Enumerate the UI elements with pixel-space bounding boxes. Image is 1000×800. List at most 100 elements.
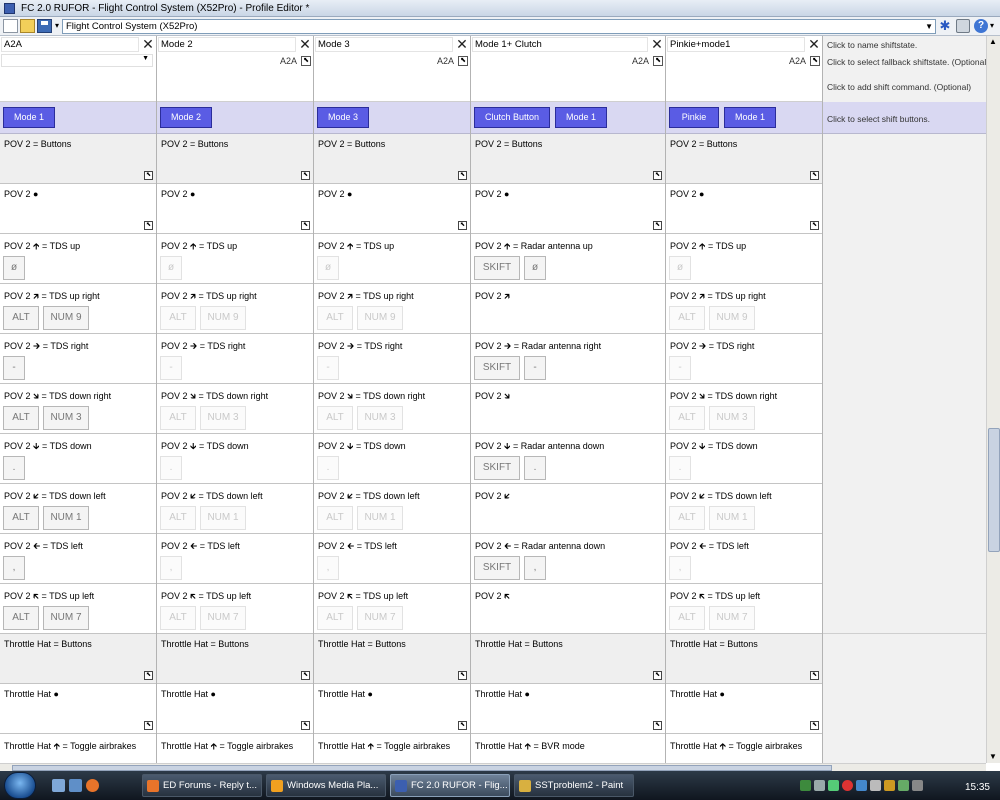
key-chip[interactable]: ALT xyxy=(3,306,39,330)
key-chip[interactable]: . xyxy=(669,456,691,480)
key-chip[interactable]: ALT xyxy=(669,406,705,430)
binding-cell[interactable]: Throttle Hat 🡱 = Toggle airbrakes xyxy=(157,734,313,763)
binding-cell[interactable]: Throttle Hat ● ⬉ xyxy=(471,684,665,734)
shift-button[interactable]: Mode 1 xyxy=(3,107,55,128)
horizontal-scrollbar[interactable] xyxy=(0,763,986,771)
key-chip[interactable]: NUM 7 xyxy=(357,606,403,630)
key-chip[interactable]: NUM 3 xyxy=(200,406,246,430)
key-chip[interactable]: . xyxy=(3,456,25,480)
fallback-shiftstate[interactable]: A2A xyxy=(632,55,649,68)
close-icon[interactable]: ✕ xyxy=(298,36,312,52)
key-chip[interactable]: NUM 1 xyxy=(357,506,403,530)
expand-icon[interactable]: ⬉ xyxy=(144,171,153,180)
name-hint[interactable]: Click to name shiftstate. xyxy=(827,40,917,50)
expand-icon[interactable]: ⬉ xyxy=(144,721,153,730)
expand-icon[interactable]: ⬉ xyxy=(653,171,662,180)
key-chip[interactable]: ALT xyxy=(669,506,705,530)
key-chip[interactable]: - xyxy=(669,356,691,380)
fallback-edit-icon[interactable]: ⬉ xyxy=(301,56,311,66)
key-chip[interactable]: ø xyxy=(3,256,25,280)
tray-app-icon[interactable] xyxy=(800,780,811,791)
binding-cell[interactable]: POV 2 🡱 = Radar antenna up SKIFT ø xyxy=(471,234,665,284)
help-icon[interactable]: ? xyxy=(974,19,988,33)
scroll-thumb[interactable] xyxy=(988,428,1000,552)
binding-cell[interactable]: Throttle Hat 🡱 = Toggle airbrakes xyxy=(0,734,156,763)
binding-cell[interactable]: POV 2 🡵 = TDS up right ALT NUM 9 xyxy=(666,284,822,334)
scroll-down-icon[interactable]: ▼ xyxy=(989,752,997,761)
group-header-cell[interactable]: POV 2 = Buttons ⬉ xyxy=(471,134,665,184)
key-chip[interactable]: ø xyxy=(317,256,339,280)
tray-app-icon[interactable] xyxy=(884,780,895,791)
key-chip[interactable]: - xyxy=(160,356,182,380)
shiftstate-name-field[interactable]: Mode 1+ Clutch xyxy=(472,37,648,52)
binding-cell[interactable]: POV 2 🡷 = TDS down left ALT NUM 1 xyxy=(666,484,822,534)
shiftstate-name-field[interactable]: Mode 3 xyxy=(315,37,453,52)
shift-hint[interactable]: Click to select shift buttons. xyxy=(827,114,930,124)
dropdown-icon[interactable]: ▾ xyxy=(53,19,61,33)
binding-cell[interactable]: POV 2 🡰 = TDS left, xyxy=(157,534,313,584)
key-chip[interactable]: NUM 1 xyxy=(43,506,89,530)
scroll-up-icon[interactable]: ▲ xyxy=(989,37,997,46)
expand-icon[interactable]: ⬉ xyxy=(458,221,467,230)
key-chip[interactable]: , xyxy=(317,556,339,580)
key-chip[interactable]: NUM 9 xyxy=(357,306,403,330)
shift-button[interactable]: Clutch Button xyxy=(474,107,550,128)
key-chip[interactable]: ALT xyxy=(317,606,353,630)
group-header-cell[interactable]: Throttle Hat = Buttons ⬉ xyxy=(314,634,470,684)
fallback-shiftstate[interactable]: A2A xyxy=(280,55,297,68)
expand-icon[interactable]: ⬉ xyxy=(810,221,819,230)
group-header-cell[interactable]: Throttle Hat = Buttons ⬉ xyxy=(666,634,822,684)
key-chip[interactable]: . xyxy=(160,456,182,480)
tray-app-icon[interactable] xyxy=(828,780,839,791)
key-chip[interactable]: ALT xyxy=(160,606,196,630)
chevron-down-icon[interactable]: ▼ xyxy=(142,55,149,62)
binding-cell[interactable]: POV 2 🡱 = TDS up ø xyxy=(314,234,470,284)
vertical-scrollbar[interactable]: ▲ ▼ xyxy=(986,36,1000,763)
binding-cell[interactable]: POV 2 🡰 = TDS left, xyxy=(666,534,822,584)
shift-button[interactable]: Pinkie xyxy=(669,107,719,128)
close-icon[interactable]: ✕ xyxy=(455,36,469,52)
binding-cell[interactable]: POV 2 🡲 = TDS right - xyxy=(0,334,156,384)
binding-cell[interactable]: POV 2 🡶 = TDS down right ALT NUM 3 xyxy=(666,384,822,434)
key-chip[interactable]: ALT xyxy=(3,406,39,430)
fallback-edit-icon[interactable]: ⬉ xyxy=(810,56,820,66)
shiftstate-name-field[interactable]: Pinkie+mode1 xyxy=(667,37,805,52)
fallback-hint[interactable]: Click to select fallback shiftstate. (Op… xyxy=(827,57,986,67)
binding-cell[interactable]: POV 2 🡳 = TDS down. xyxy=(314,434,470,484)
binding-cell[interactable]: POV 2 🡳 = TDS down. xyxy=(666,434,822,484)
group-header-cell[interactable]: Throttle Hat = Buttons ⬉ xyxy=(471,634,665,684)
binding-cell[interactable]: Throttle Hat ● ⬉ xyxy=(314,684,470,734)
key-chip[interactable]: ALT xyxy=(3,506,39,530)
key-chip[interactable]: SKIFT xyxy=(474,256,520,280)
chevron-down-icon[interactable]: ▼ xyxy=(925,20,933,33)
binding-cell[interactable]: Throttle Hat ● ⬉ xyxy=(666,684,822,734)
volume-icon[interactable] xyxy=(912,780,923,791)
key-chip[interactable]: . xyxy=(524,456,546,480)
help-dropdown-icon[interactable]: ▾ xyxy=(990,19,998,33)
binding-cell[interactable]: POV 2 🡵 = TDS up right ALT NUM 9 xyxy=(314,284,470,334)
key-chip[interactable]: , xyxy=(3,556,25,580)
taskbar-button[interactable]: ED Forums - Reply t... xyxy=(142,774,262,797)
key-chip[interactable]: NUM 7 xyxy=(200,606,246,630)
save-icon[interactable] xyxy=(37,19,52,33)
key-chip[interactable]: NUM 3 xyxy=(43,406,89,430)
expand-icon[interactable]: ⬉ xyxy=(301,671,310,680)
star-icon[interactable]: ✱ xyxy=(938,19,952,33)
binding-cell[interactable]: POV 2 🡵 = TDS up right ALT NUM 9 xyxy=(157,284,313,334)
start-button[interactable] xyxy=(4,772,36,799)
group-header-cell[interactable]: Throttle Hat = Buttons ⬉ xyxy=(0,634,156,684)
close-icon[interactable]: ✕ xyxy=(141,36,155,52)
print-icon[interactable] xyxy=(956,19,970,33)
key-chip[interactable]: ALT xyxy=(3,606,39,630)
expand-icon[interactable]: ⬉ xyxy=(144,671,153,680)
key-chip[interactable]: NUM 3 xyxy=(709,406,755,430)
binding-cell[interactable]: POV 2 🡷 = TDS down left ALT NUM 1 xyxy=(314,484,470,534)
network-icon[interactable] xyxy=(898,780,909,791)
show-desktop-icon[interactable] xyxy=(52,779,65,792)
binding-cell[interactable]: POV 2 🡳 = Radar antenna down SKIFT. xyxy=(471,434,665,484)
taskbar-button[interactable]: Windows Media Pla... xyxy=(266,774,386,797)
switch-windows-icon[interactable] xyxy=(69,779,82,792)
fallback-shiftstate[interactable]: A2A xyxy=(789,55,806,68)
key-chip[interactable]: ALT xyxy=(669,606,705,630)
key-chip[interactable]: SKIFT xyxy=(474,456,520,480)
